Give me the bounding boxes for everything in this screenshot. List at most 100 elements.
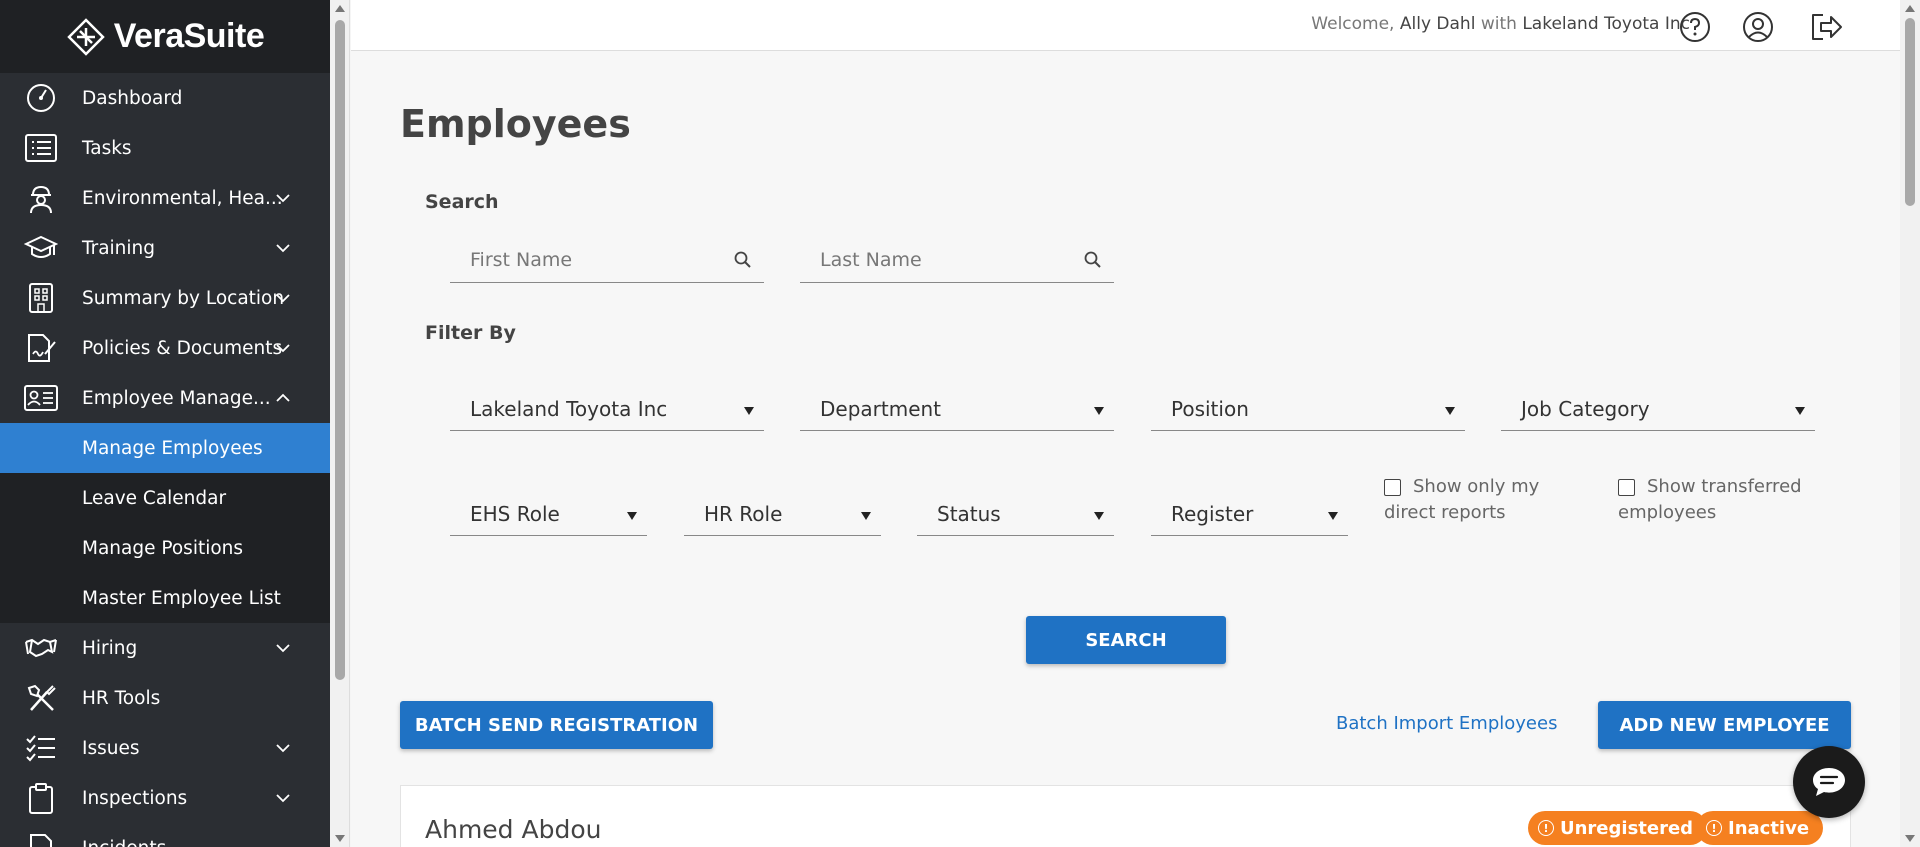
search-icon[interactable] <box>1082 249 1104 271</box>
page-scrollbar[interactable] <box>1900 0 1920 847</box>
sidebar-item-environmental-health[interactable]: Environmental, Hea... <box>0 173 330 223</box>
chevron-down-icon <box>276 244 290 253</box>
logo[interactable]: VeraSuite <box>0 0 330 73</box>
sidebar-item-label: Incidents <box>82 838 166 847</box>
sidebar-item-inspections[interactable]: Inspections <box>0 773 330 823</box>
company-select-value: Lakeland Toyota Inc <box>470 397 668 421</box>
chevron-up-icon <box>276 393 290 402</box>
sidebar-item-employee-management[interactable]: Employee Manage... <box>0 373 330 423</box>
company-select[interactable]: Lakeland Toyota Inc <box>450 387 764 431</box>
employee-card[interactable]: Ahmed Abdou ! Unregistered ! Inactive <box>400 785 1851 847</box>
top-bar: Welcome, Ally Dahl with Lakeland Toyota … <box>351 0 1900 51</box>
alert-icon: ! <box>1706 820 1722 836</box>
sidebar-item-label: Training <box>82 237 155 259</box>
sidebar-item-issues[interactable]: Issues <box>0 723 330 773</box>
sidebar-item-training[interactable]: Training <box>0 223 330 273</box>
dropdown-arrow-icon <box>1328 512 1338 520</box>
transferred-label: Show transferred employees <box>1618 476 1802 523</box>
scrollbar-thumb[interactable] <box>1905 18 1915 206</box>
scroll-down-arrow-icon[interactable] <box>1905 835 1915 842</box>
dropdown-arrow-icon <box>1094 512 1104 520</box>
sidebar-submenu: Manage Employees Leave Calendar Manage P… <box>0 423 330 623</box>
search-section-label: Search <box>425 191 499 213</box>
dropdown-arrow-icon <box>1445 407 1455 415</box>
direct-reports-checkbox-row[interactable]: Show only my direct reports <box>1384 474 1594 526</box>
first-name-field[interactable] <box>450 241 764 283</box>
position-select-value: Position <box>1171 397 1249 421</box>
dropdown-arrow-icon <box>744 407 754 415</box>
sidebar-item-hr-tools[interactable]: HR Tools <box>0 673 330 723</box>
search-button[interactable]: SEARCH <box>1026 616 1226 664</box>
batch-import-employees-link[interactable]: Batch Import Employees <box>1336 713 1557 734</box>
add-new-employee-button[interactable]: ADD NEW EMPLOYEE <box>1598 701 1851 749</box>
sidebar-subitem-manage-employees[interactable]: Manage Employees <box>0 423 330 473</box>
sidebar: VeraSuite Dashboard Tasks Environmental,… <box>0 0 330 847</box>
sidebar-item-tasks[interactable]: Tasks <box>0 123 330 173</box>
status-badge: ! Inactive <box>1696 811 1824 845</box>
status-select[interactable]: Status <box>917 492 1114 536</box>
sidebar-item-policies-documents[interactable]: Policies & Documents <box>0 323 330 373</box>
scroll-up-arrow-icon[interactable] <box>1905 5 1915 12</box>
logo-text: VeraSuite <box>113 17 265 55</box>
first-name-input[interactable] <box>470 249 710 271</box>
chat-button[interactable] <box>1793 746 1865 818</box>
employee-name[interactable]: Ahmed Abdou <box>425 815 601 844</box>
register-select[interactable]: Register <box>1151 492 1348 536</box>
ehs-role-select[interactable]: EHS Role <box>450 492 647 536</box>
sidebar-item-label: Issues <box>82 737 140 759</box>
help-icon[interactable] <box>1678 10 1712 44</box>
transferred-checkbox[interactable] <box>1618 479 1635 496</box>
status-select-value: Status <box>937 502 1001 526</box>
user-profile-icon[interactable] <box>1741 10 1775 44</box>
sidebar-item-label: Dashboard <box>82 87 183 109</box>
company-name: Lakeland Toyota Inc <box>1522 14 1690 34</box>
sidebar-subitem-leave-calendar[interactable]: Leave Calendar <box>0 473 330 523</box>
register-select-value: Register <box>1171 502 1254 526</box>
job-category-select-value: Job Category <box>1521 397 1650 421</box>
last-name-field[interactable] <box>800 241 1114 283</box>
id-card-icon <box>24 382 58 414</box>
transferred-checkbox-row[interactable]: Show transferred employees <box>1618 474 1828 526</box>
document-signature-icon <box>24 332 58 364</box>
ehs-role-select-value: EHS Role <box>470 502 560 526</box>
list-icon <box>24 132 58 164</box>
sidebar-item-hiring[interactable]: Hiring <box>0 623 330 673</box>
alert-icon: ! <box>1538 820 1554 836</box>
sidebar-item-incidents[interactable]: Incidents <box>0 823 330 847</box>
job-category-select[interactable]: Job Category <box>1501 387 1815 431</box>
sidebar-item-label: Tasks <box>82 137 132 159</box>
scrollbar-thumb[interactable] <box>335 20 345 680</box>
sidebar-subitem-master-employee-list[interactable]: Master Employee List <box>0 573 330 623</box>
last-name-input[interactable] <box>820 249 1060 271</box>
scroll-down-arrow-icon[interactable] <box>335 835 345 842</box>
direct-reports-checkbox[interactable] <box>1384 479 1401 496</box>
search-icon[interactable] <box>732 249 754 271</box>
main-content: Employees Search Filter By Lakeland Toyo… <box>351 51 1900 847</box>
chevron-down-icon <box>276 794 290 803</box>
sidebar-item-label: HR Tools <box>82 687 161 709</box>
hr-role-select[interactable]: HR Role <box>684 492 881 536</box>
department-select-value: Department <box>820 397 942 421</box>
sidebar-item-label: Summary by Location <box>82 287 285 309</box>
dropdown-arrow-icon <box>861 512 871 520</box>
hr-role-select-value: HR Role <box>704 502 783 526</box>
building-icon <box>24 282 58 314</box>
scroll-up-arrow-icon[interactable] <box>335 5 345 12</box>
chevron-down-icon <box>276 194 290 203</box>
worker-helmet-icon <box>24 182 58 214</box>
chevron-down-icon <box>276 644 290 653</box>
with-text: with <box>1480 14 1517 34</box>
position-select[interactable]: Position <box>1151 387 1465 431</box>
sidebar-subitem-manage-positions[interactable]: Manage Positions <box>0 523 330 573</box>
department-select[interactable]: Department <box>800 387 1114 431</box>
sidebar-item-label: Employee Manage... <box>82 387 271 409</box>
page-title: Employees <box>400 102 631 146</box>
sidebar-item-summary-by-location[interactable]: Summary by Location <box>0 273 330 323</box>
status-badge: ! Unregistered <box>1528 811 1708 845</box>
sidebar-scrollbar[interactable] <box>330 0 350 847</box>
chevron-down-icon <box>276 344 290 353</box>
logout-icon[interactable] <box>1809 10 1843 44</box>
dropdown-arrow-icon <box>1795 407 1805 415</box>
batch-send-registration-button[interactable]: BATCH SEND REGISTRATION <box>400 701 713 749</box>
sidebar-item-dashboard[interactable]: Dashboard <box>0 73 330 123</box>
